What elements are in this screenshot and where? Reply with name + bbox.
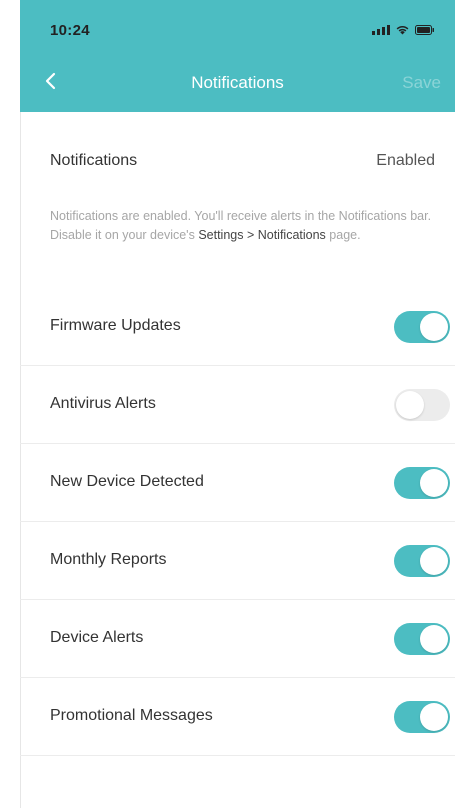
monthly-reports-toggle[interactable] — [394, 545, 450, 577]
notification-settings-list: Firmware Updates Antivirus Alerts New De… — [20, 288, 455, 756]
toggle-knob — [396, 391, 424, 419]
promotional-messages-toggle[interactable] — [394, 701, 450, 733]
settings-path: Settings > Notifications — [198, 228, 326, 242]
item-label: Promotional Messages — [50, 707, 213, 724]
notifications-status-row: Notifications Enabled — [20, 137, 455, 187]
description-suffix: page. — [329, 228, 361, 242]
list-item-promotional-messages: Promotional Messages — [20, 678, 455, 756]
notifications-status-value: Enabled — [376, 152, 435, 169]
status-bar: 10:24 — [20, 0, 455, 50]
toggle-knob — [420, 469, 448, 497]
list-item-monthly-reports: Monthly Reports — [20, 522, 455, 600]
new-device-detected-toggle[interactable] — [394, 467, 450, 499]
signal-icon — [372, 24, 390, 35]
notifications-label: Notifications — [50, 152, 138, 169]
notifications-description: Notifications are enabled. You'll receiv… — [50, 207, 445, 245]
list-item-firmware-updates: Firmware Updates — [20, 288, 455, 366]
antivirus-alerts-toggle[interactable] — [394, 389, 450, 421]
item-label: Firmware Updates — [50, 317, 181, 334]
nav-bar: Notifications Save — [20, 50, 455, 112]
save-button[interactable]: Save — [402, 73, 441, 93]
battery-icon — [415, 24, 435, 35]
item-label: Device Alerts — [50, 629, 144, 646]
status-icons — [372, 24, 435, 35]
wifi-icon — [396, 25, 409, 35]
toggle-knob — [420, 625, 448, 653]
toggle-knob — [420, 703, 448, 731]
firmware-updates-toggle[interactable] — [394, 311, 450, 343]
item-label: Monthly Reports — [50, 551, 167, 568]
list-item-device-alerts: Device Alerts — [20, 600, 455, 678]
toggle-knob — [420, 313, 448, 341]
item-label: New Device Detected — [50, 473, 204, 490]
device-alerts-toggle[interactable] — [394, 623, 450, 655]
toggle-knob — [420, 547, 448, 575]
list-item-antivirus-alerts: Antivirus Alerts — [20, 366, 455, 444]
item-label: Antivirus Alerts — [50, 395, 156, 412]
page-title: Notifications — [191, 73, 284, 92]
list-item-new-device-detected: New Device Detected — [20, 444, 455, 522]
status-time: 10:24 — [50, 22, 90, 39]
